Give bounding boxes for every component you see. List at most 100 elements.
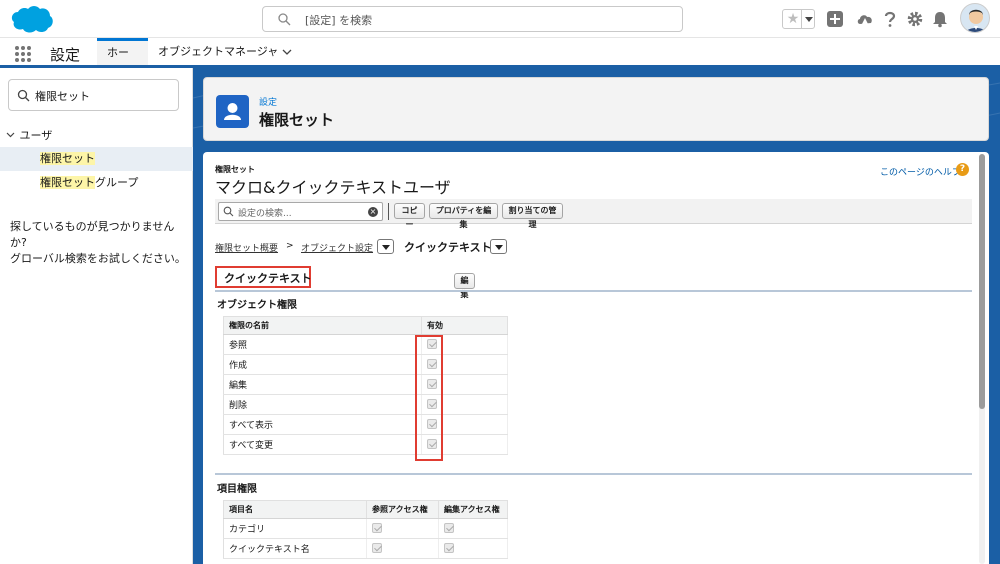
- chevron-down-icon[interactable]: [282, 47, 292, 57]
- gear-icon[interactable]: [906, 10, 924, 28]
- search-icon: [278, 13, 291, 26]
- field-name: クイックテキスト名: [223, 538, 367, 559]
- settings-search-input[interactable]: 設定の検索... ×: [218, 202, 383, 221]
- checkbox-column-highlight: [415, 335, 443, 461]
- search-icon: [223, 206, 234, 217]
- salesforce-logo[interactable]: [10, 4, 54, 34]
- tab-object-manager-label: オブジェクトマネージャ: [158, 45, 279, 58]
- toolbar-divider: [388, 203, 389, 220]
- edit-checkbox: [444, 523, 454, 534]
- column-header: 権限の名前: [223, 316, 422, 335]
- hint-line-2: グローバル検索をお試しください。: [10, 252, 186, 265]
- read-checkbox: [372, 523, 382, 534]
- favorites-dropdown[interactable]: [801, 10, 815, 28]
- page-header: 設定 権限セット: [203, 77, 989, 141]
- help-icon[interactable]: [881, 10, 899, 28]
- table-row: カテゴリ: [223, 518, 508, 539]
- page-header-subtitle: 設定: [259, 98, 278, 108]
- permission-name: 作成: [223, 354, 422, 375]
- avatar[interactable]: [960, 3, 990, 33]
- user-avatar-image: [965, 9, 987, 32]
- user-icon: [216, 95, 249, 128]
- column-header: 参照アクセス権: [366, 500, 439, 519]
- hint-line-1: 探しているものが見つかりませんか?: [10, 220, 175, 249]
- field-permissions-heading: 項目権限: [217, 484, 257, 495]
- table-row: 作成: [223, 354, 508, 375]
- settings-search-placeholder: 設定の検索...: [238, 209, 292, 219]
- global-search-hint: 探しているものが見つかりませんか? グローバル検索をお試しください。: [10, 219, 190, 267]
- table-row: 参照: [223, 334, 508, 355]
- object-settings-dropdown[interactable]: [377, 239, 394, 254]
- tab-home[interactable]: ホーム: [97, 38, 148, 83]
- table-row: すべて表示: [223, 414, 508, 435]
- app-launcher-icon[interactable]: [14, 45, 32, 63]
- section-divider: [215, 473, 972, 475]
- column-header: 編集アクセス権: [438, 500, 508, 519]
- permission-set-detail: 権限セット マクロ&クイックテキストユーザ このページのヘルプ ? 設定の検索.…: [203, 152, 989, 564]
- section-title: クイックテキスト: [224, 272, 312, 285]
- page-help-link[interactable]: このページのヘルプ: [880, 165, 961, 178]
- permission-name: すべて表示: [223, 414, 422, 435]
- permission-name: 編集: [223, 374, 422, 395]
- global-search-placeholder: [設定] を検索: [305, 14, 373, 27]
- tree-item-permission-sets[interactable]: 権限セット: [0, 147, 193, 171]
- scrollbar[interactable]: [979, 154, 985, 564]
- setup-sidebar: 権限セット ユーザ 権限セット 権限セットグループ 探しているものが見つかりませ…: [0, 68, 193, 564]
- help-icon[interactable]: ?: [956, 163, 969, 176]
- breadcrumb: 権限セット概要 > オブジェクト設定 クイックテキスト: [215, 239, 715, 255]
- permission-set-name: マクロ&クイックテキストユーザ: [215, 178, 451, 197]
- tree-item-permission-set-groups[interactable]: 権限セットグループ: [0, 171, 193, 195]
- column-header: 項目名: [223, 500, 367, 519]
- manage-assignments-button[interactable]: 割り当ての管理: [502, 203, 563, 229]
- quick-find-input[interactable]: 権限セット: [8, 79, 179, 111]
- tree-node-users[interactable]: ユーザ: [6, 127, 52, 143]
- quick-find-value: 権限セット: [35, 90, 90, 103]
- search-icon: [17, 89, 30, 102]
- breadcrumb-current: クイックテキスト: [404, 241, 492, 254]
- page-title: 権限セット: [259, 111, 335, 129]
- edit-properties-button[interactable]: プロパティを編集: [429, 203, 498, 229]
- bell-icon[interactable]: [931, 10, 949, 28]
- permission-name: 参照: [223, 334, 422, 355]
- add-icon[interactable]: [826, 10, 844, 28]
- caret-down-icon: [805, 17, 813, 22]
- table-row: すべて変更: [223, 434, 508, 455]
- table-header-row: 項目名 参照アクセス権 編集アクセス権: [223, 500, 508, 519]
- permission-name: 削除: [223, 394, 422, 415]
- breadcrumb-object-settings-link[interactable]: オブジェクト設定: [301, 241, 373, 254]
- trailhead-icon[interactable]: [856, 10, 874, 28]
- read-checkbox: [372, 543, 382, 554]
- favorites-button[interactable]: ★: [782, 9, 815, 29]
- field-name: カテゴリ: [223, 518, 367, 539]
- tree-item-rest: グループ: [95, 176, 139, 189]
- chevron-down-icon[interactable]: [6, 129, 16, 142]
- edit-button[interactable]: 編集: [454, 273, 475, 299]
- table-header-row: 権限の名前 有効: [223, 316, 508, 335]
- breadcrumb-separator: >: [286, 241, 294, 251]
- breadcrumb-overview-link[interactable]: 権限セット概要: [215, 241, 278, 254]
- global-search-input[interactable]: [設定] を検索: [262, 6, 683, 32]
- table-row: 編集: [223, 374, 508, 395]
- column-header: 有効: [421, 316, 508, 335]
- main-content: 設定 権限セット 権限セット マクロ&クイックテキストユーザ このページのヘルプ…: [193, 68, 1000, 564]
- scrollbar-thumb[interactable]: [979, 154, 985, 409]
- copy-button[interactable]: コピー: [394, 203, 425, 229]
- object-dropdown[interactable]: [490, 239, 507, 254]
- app-name: 設定: [50, 46, 81, 64]
- edit-checkbox: [444, 543, 454, 554]
- tree-node-users-label: ユーザ: [19, 129, 53, 142]
- object-permissions-heading: オブジェクト権限: [217, 300, 297, 311]
- clear-icon[interactable]: ×: [368, 207, 378, 217]
- section-divider: [215, 290, 972, 292]
- permission-name: すべて変更: [223, 434, 422, 455]
- table-row: クイックテキスト名: [223, 538, 508, 559]
- favorites-star-icon[interactable]: ★: [785, 11, 801, 27]
- tab-object-manager[interactable]: オブジェクトマネージャ: [148, 38, 302, 65]
- object-permissions-table: 権限の名前 有効 参照 作成 編集 削除 すべて表示 すべて変更: [223, 316, 508, 455]
- global-header: [設定] を検索 ★: [0, 0, 1000, 38]
- tree-item-highlight: 権限セット: [40, 176, 95, 189]
- table-row: 削除: [223, 394, 508, 415]
- detail-toolbar: 設定の検索... × コピー プロパティを編集 割り当ての管理: [215, 199, 972, 229]
- app-navigation: 設定 ホーム オブジェクトマネージャ: [0, 38, 1000, 83]
- field-permissions-table: 項目名 参照アクセス権 編集アクセス権 カテゴリ クイックテキスト名: [223, 500, 508, 559]
